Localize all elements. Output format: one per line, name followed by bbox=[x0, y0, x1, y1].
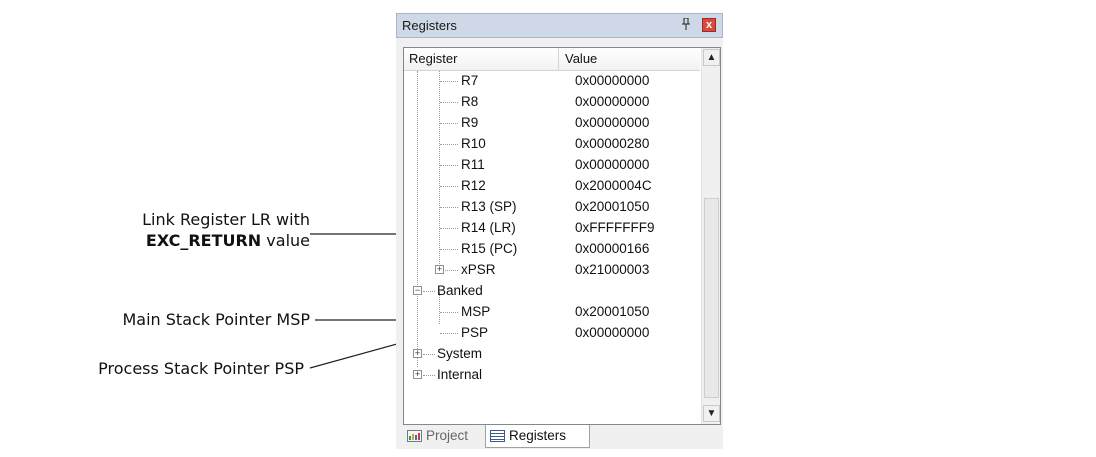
group-name: Banked bbox=[437, 283, 483, 298]
register-name: PSP bbox=[461, 325, 489, 340]
register-name: R8 bbox=[461, 94, 479, 109]
lr-annotation-line2: EXC_RETURN value bbox=[60, 230, 310, 251]
tab-registers[interactable]: Registers bbox=[485, 425, 590, 448]
register-name: R7 bbox=[461, 73, 479, 88]
register-value: 0x00000280 bbox=[575, 136, 650, 151]
vertical-scrollbar[interactable]: ▲ ▼ bbox=[701, 48, 720, 424]
expand-internal-icon[interactable]: + bbox=[413, 370, 422, 379]
grid-header: Register Value bbox=[404, 48, 700, 71]
register-name: MSP bbox=[461, 304, 491, 319]
register-name: R13 (SP) bbox=[461, 199, 517, 214]
register-row-msp[interactable]: MSP 0x20001050 bbox=[404, 302, 700, 323]
register-row-r8[interactable]: R8 0x00000000 bbox=[404, 92, 700, 113]
register-row-psp[interactable]: PSP 0x00000000 bbox=[404, 323, 700, 344]
value-column-header[interactable]: Value bbox=[560, 48, 700, 70]
register-name: R12 bbox=[461, 178, 486, 193]
project-icon bbox=[407, 430, 422, 442]
register-value: 0x00000000 bbox=[575, 73, 650, 88]
register-name: R15 (PC) bbox=[461, 241, 518, 256]
window-tabs: Project Registers bbox=[396, 425, 723, 449]
window-title: Registers bbox=[402, 18, 457, 33]
tab-project[interactable]: Project bbox=[403, 425, 487, 448]
register-row-r11[interactable]: R11 0x00000000 bbox=[404, 155, 700, 176]
lr-annotation-suffix: value bbox=[261, 231, 310, 250]
register-name: R9 bbox=[461, 115, 479, 130]
window-title-bar: Registers x bbox=[396, 13, 723, 38]
register-value: 0x00000166 bbox=[575, 241, 650, 256]
register-value: 0x00000000 bbox=[575, 94, 650, 109]
register-name: R14 (LR) bbox=[461, 220, 516, 235]
register-value: 0x00000000 bbox=[575, 115, 650, 130]
register-value: 0x2000004C bbox=[575, 178, 652, 193]
pin-icon[interactable] bbox=[680, 17, 692, 32]
scroll-up-button[interactable]: ▲ bbox=[703, 49, 720, 66]
register-row-r12[interactable]: R12 0x2000004C bbox=[404, 176, 700, 197]
register-rows: R7 0x00000000 R8 0x00000000 R9 0x0000000… bbox=[404, 71, 700, 424]
register-value: 0x00000000 bbox=[575, 325, 650, 340]
register-name: R10 bbox=[461, 136, 486, 151]
close-button[interactable]: x bbox=[702, 18, 716, 32]
register-row-xpsr[interactable]: + xPSR 0x21000003 bbox=[404, 260, 700, 281]
register-grid: Register Value R7 0x00000000 R8 0x000000… bbox=[403, 47, 721, 425]
register-row-r7[interactable]: R7 0x00000000 bbox=[404, 71, 700, 92]
psp-annotation: Process Stack Pointer PSP bbox=[98, 359, 304, 378]
group-name: System bbox=[437, 346, 483, 361]
exc-return-label: EXC_RETURN bbox=[145, 231, 262, 250]
register-value: 0x21000003 bbox=[575, 262, 650, 277]
register-column-header[interactable]: Register bbox=[404, 48, 559, 70]
tab-project-label: Project bbox=[426, 428, 469, 443]
lr-annotation: Link Register LR with EXC_RETURN value bbox=[60, 209, 310, 251]
collapse-banked-icon[interactable]: − bbox=[413, 286, 422, 295]
registers-icon bbox=[490, 430, 505, 442]
register-row-r13[interactable]: R13 (SP) 0x20001050 bbox=[404, 197, 700, 218]
msp-annotation: Main Stack Pointer MSP bbox=[122, 310, 310, 329]
lr-annotation-line1: Link Register LR with bbox=[142, 210, 310, 229]
register-group-banked[interactable]: − Banked bbox=[404, 281, 700, 302]
register-name: xPSR bbox=[461, 262, 496, 277]
register-row-r14[interactable]: R14 (LR) 0xFFFFFFF9 bbox=[404, 218, 700, 239]
register-row-r9[interactable]: R9 0x00000000 bbox=[404, 113, 700, 134]
group-name: Internal bbox=[437, 367, 483, 382]
register-group-internal[interactable]: + Internal bbox=[404, 365, 700, 386]
scrollbar-thumb[interactable] bbox=[704, 198, 719, 398]
register-value: 0x20001050 bbox=[575, 199, 650, 214]
register-value: 0x20001050 bbox=[575, 304, 650, 319]
register-group-system[interactable]: + System bbox=[404, 344, 700, 365]
register-value: 0x00000000 bbox=[575, 157, 650, 172]
expand-xpsr-icon[interactable]: + bbox=[435, 265, 444, 274]
registers-window: Registers x Register Value R7 0x00000000 bbox=[396, 13, 723, 449]
register-row-r10[interactable]: R10 0x00000280 bbox=[404, 134, 700, 155]
scroll-down-button[interactable]: ▼ bbox=[703, 405, 720, 422]
expand-system-icon[interactable]: + bbox=[413, 349, 422, 358]
register-value: 0xFFFFFFF9 bbox=[575, 220, 655, 235]
register-row-r15[interactable]: R15 (PC) 0x00000166 bbox=[404, 239, 700, 260]
register-name: R11 bbox=[461, 157, 485, 172]
tab-registers-label: Registers bbox=[509, 428, 567, 443]
pin-icon-glyph bbox=[682, 17, 690, 30]
